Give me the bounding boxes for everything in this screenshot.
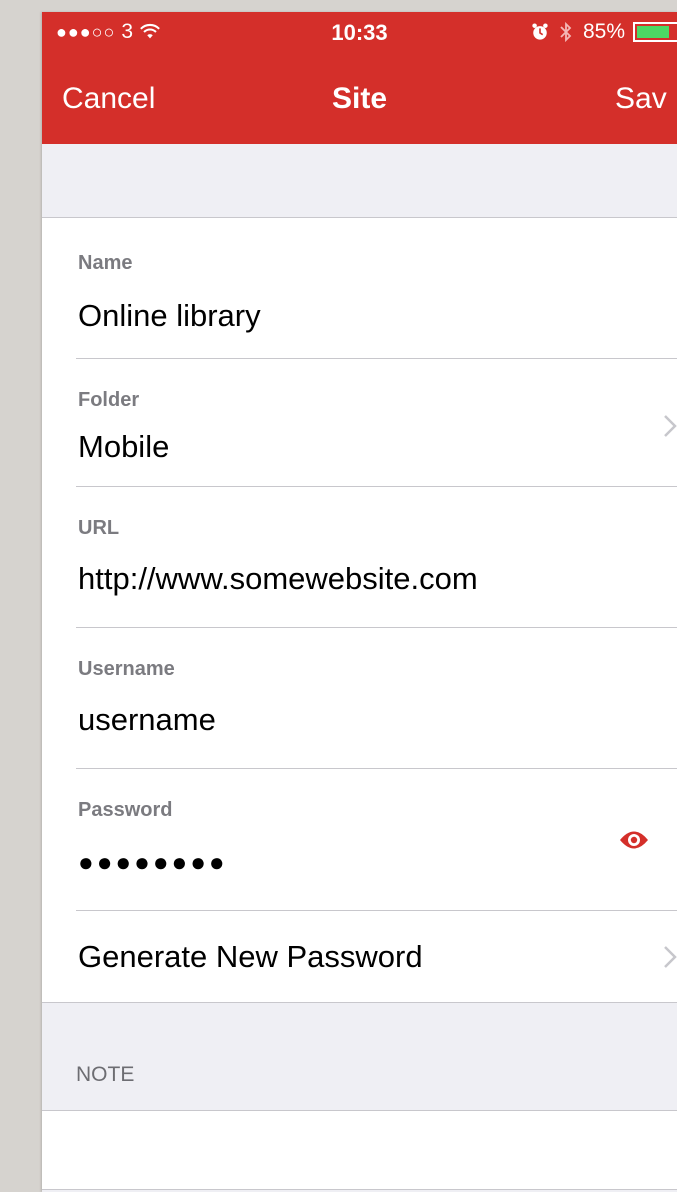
alarm-icon [532, 23, 548, 40]
save-button[interactable]: Sav [615, 82, 667, 116]
folder-field[interactable]: Folder Mobile [42, 359, 677, 487]
section-spacer [42, 144, 677, 218]
folder-label: Folder [78, 389, 140, 411]
username-field[interactable]: Username username [42, 628, 677, 769]
status-bar: ●●●○○ 3 10:33 85% [42, 12, 677, 52]
username-input[interactable]: username [78, 702, 216, 738]
battery-fill [637, 26, 669, 38]
url-field[interactable]: URL http://www.somewebsite.com [42, 487, 677, 628]
page-title: Site [331, 82, 388, 115]
url-label: URL [78, 517, 120, 539]
note-header-label: NOTE [76, 1063, 135, 1086]
chevron-right-icon [664, 946, 677, 968]
generate-password-button[interactable]: Generate New Password [42, 911, 677, 1003]
note-section-header: NOTE [42, 1003, 677, 1111]
status-right: 85% [531, 20, 677, 44]
url-input[interactable]: http://www.somewebsite.com [78, 561, 478, 597]
name-input[interactable]: Online library [78, 298, 261, 334]
folder-value: Mobile [78, 429, 170, 464]
username-label: Username [78, 658, 175, 680]
generate-password-label: Generate New Password [78, 939, 423, 974]
password-input[interactable]: ●●●●●●●● [78, 847, 228, 878]
name-field[interactable]: Name Online library [42, 218, 677, 359]
eye-icon[interactable] [619, 829, 649, 851]
password-field[interactable]: Password ●●●●●●●● [42, 769, 677, 911]
chevron-right-icon [664, 415, 677, 437]
bluetooth-icon [560, 21, 572, 43]
name-label: Name [78, 252, 133, 274]
navigation-bar: Cancel Site Sav [42, 52, 677, 144]
password-label: Password [78, 799, 173, 821]
note-textarea[interactable] [42, 1111, 677, 1190]
battery-percent: 85% [582, 20, 625, 43]
phone-screen: ●●●○○ 3 10:33 85% Cancel Site Sav Name O… [42, 12, 677, 1192]
battery-icon [633, 22, 677, 42]
page-background: ●●●○○ 3 10:33 85% Cancel Site Sav Name O… [0, 0, 677, 1192]
